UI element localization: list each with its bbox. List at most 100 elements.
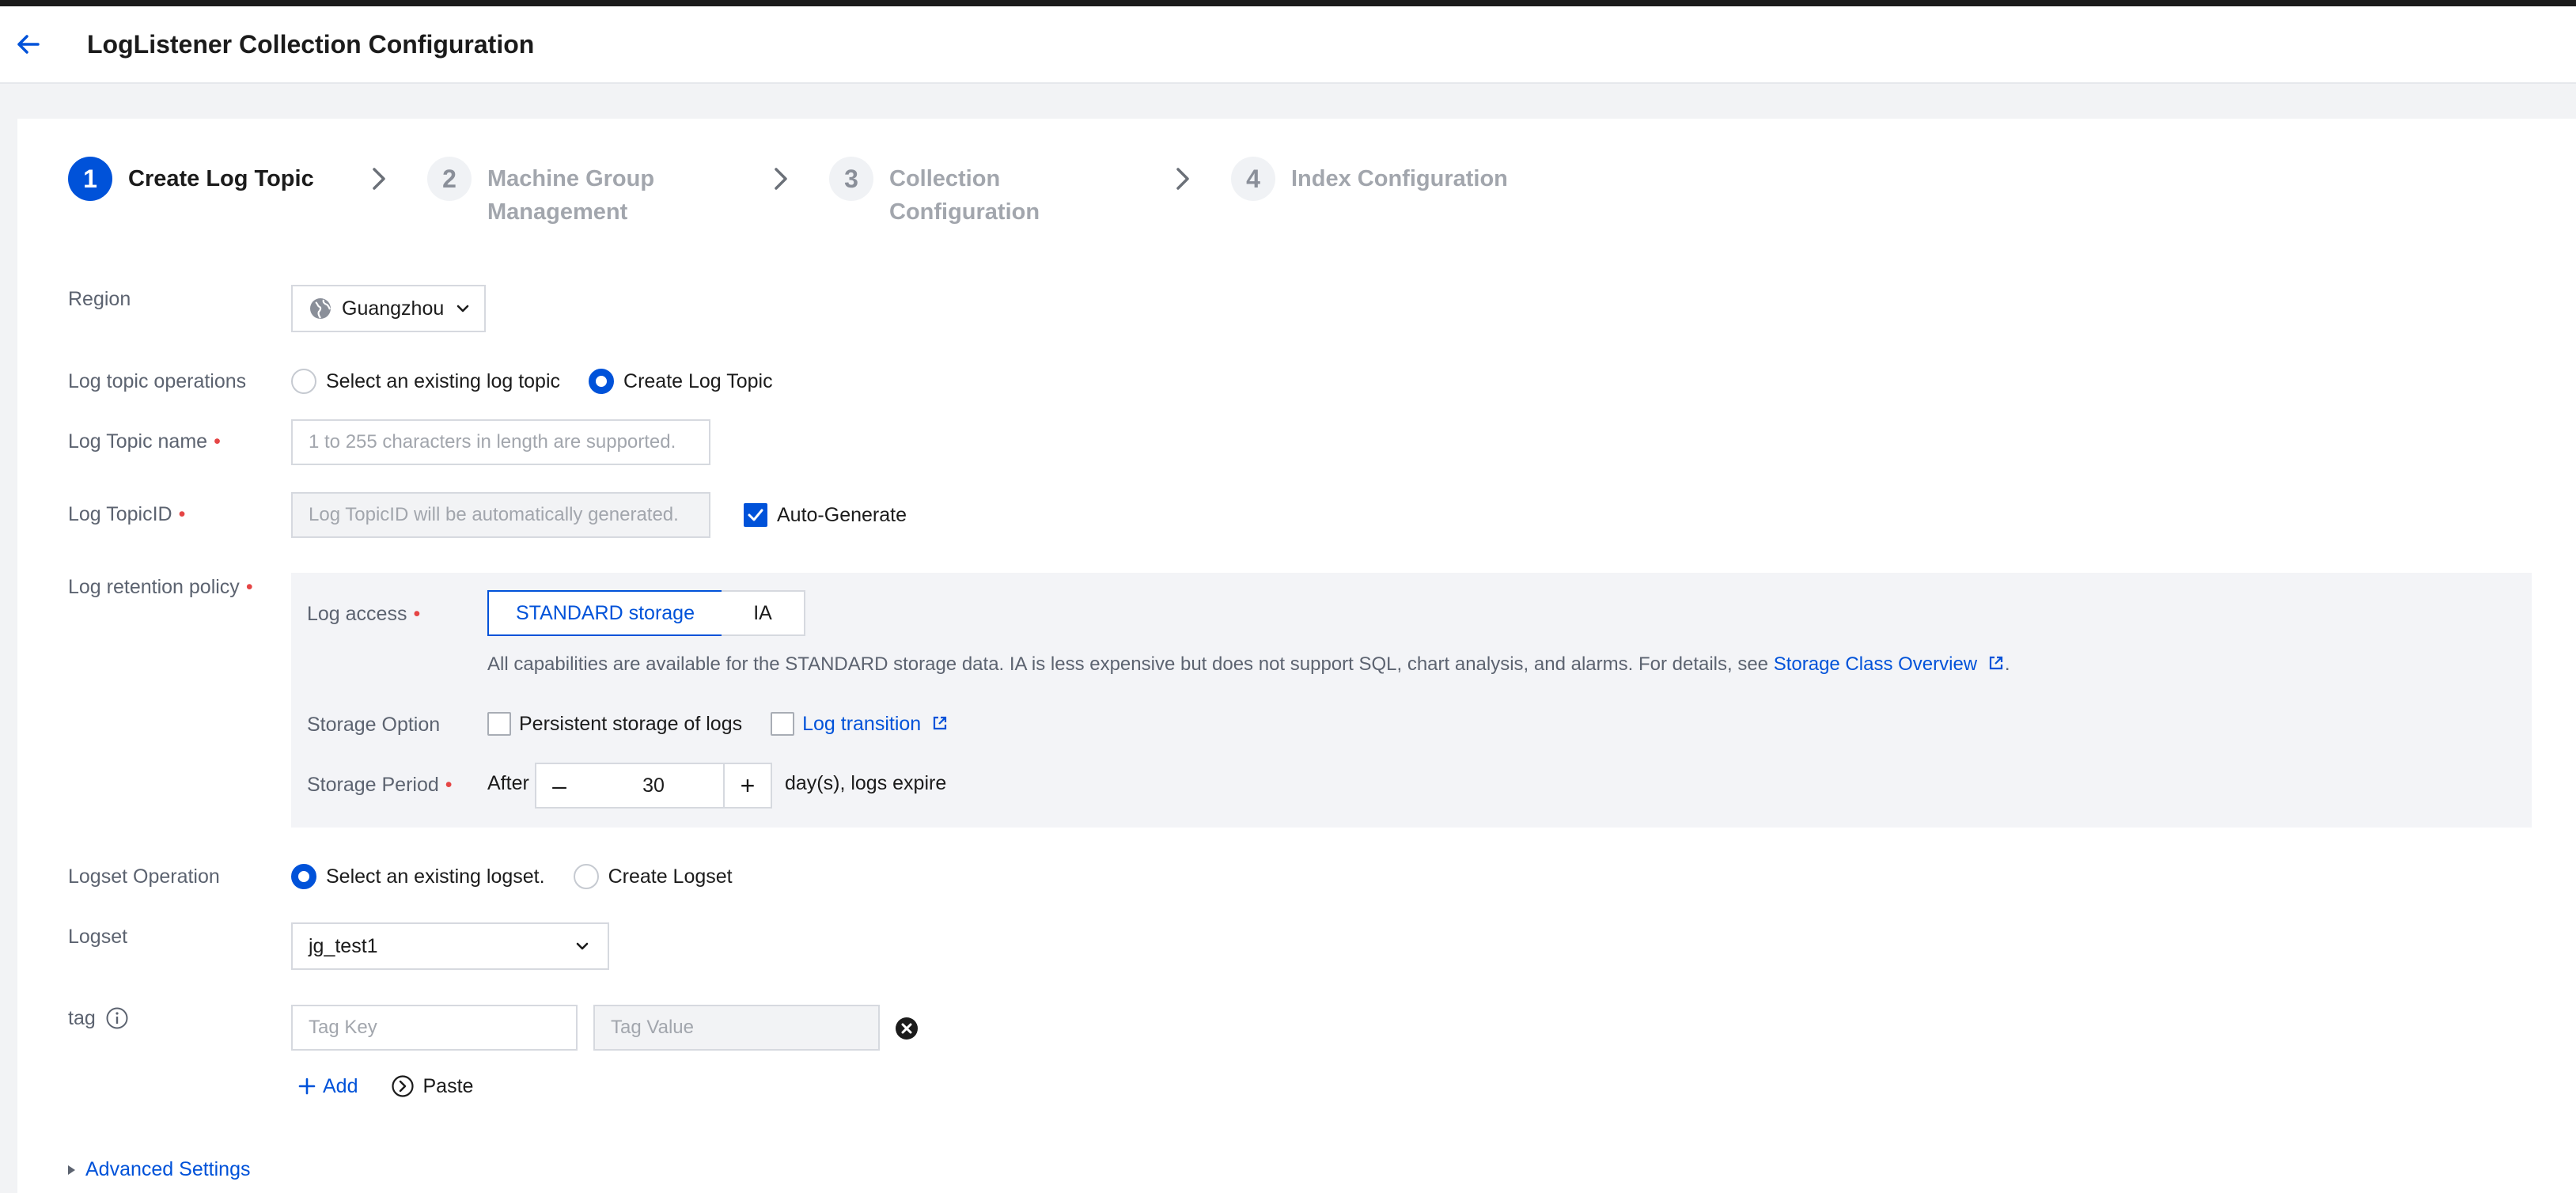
- chevron-down-icon: [576, 942, 589, 950]
- external-link-icon: [1989, 656, 2002, 670]
- external-link-icon: [934, 716, 947, 729]
- topic-ops-label: Log topic operations: [68, 370, 247, 392]
- globe-icon: [310, 298, 331, 319]
- remove-tag-icon[interactable]: [894, 1016, 919, 1041]
- advanced-settings-label: Advanced Settings: [85, 1158, 251, 1180]
- chevron-right-icon: [775, 168, 787, 190]
- logset-select[interactable]: jg_test1: [291, 922, 609, 970]
- topic-ops-radio-group: Select an existing log topic Create Log …: [291, 369, 801, 394]
- step-create-log-topic[interactable]: 1 Create Log Topic: [68, 157, 314, 201]
- desc-text: All capabilities are available for the S…: [487, 653, 1774, 675]
- step-number: 3: [829, 157, 873, 201]
- caret-right-icon: [68, 1165, 75, 1175]
- tag-value-input: Tag Value: [593, 1005, 880, 1051]
- storage-description: All capabilities are available for the S…: [487, 653, 2010, 676]
- advanced-settings-toggle[interactable]: Advanced Settings: [63, 1158, 250, 1181]
- input-placeholder: Tag Key: [309, 1017, 377, 1038]
- topic-name-input[interactable]: 1 to 255 characters in length are suppor…: [291, 419, 710, 465]
- log-transition-checkbox[interactable]: [771, 712, 795, 736]
- paste-circle-arrow-icon: [392, 1075, 415, 1097]
- step-number: 2: [427, 157, 472, 201]
- label-text: Log retention policy: [68, 576, 240, 598]
- step-label-line1: Machine Group: [487, 166, 655, 191]
- plus-icon: [298, 1077, 316, 1095]
- info-icon[interactable]: [105, 1006, 129, 1030]
- back-button[interactable]: [11, 27, 46, 62]
- paste-tag-label: Paste: [422, 1074, 474, 1097]
- step-number: 4: [1231, 157, 1275, 201]
- period-suffix: day(s), logs expire: [785, 772, 947, 794]
- storage-option-label: Storage Option: [307, 714, 441, 736]
- topic-id-label: Log TopicID •: [68, 503, 186, 525]
- tag-label: tag: [68, 1006, 96, 1029]
- label-text: Storage Period: [307, 774, 439, 796]
- check-icon: [748, 509, 763, 521]
- logset-ops-label: Logset Operation: [68, 865, 220, 888]
- region-select[interactable]: Guangzhou: [291, 285, 486, 332]
- radio-select-existing-logset[interactable]: [291, 864, 316, 889]
- input-placeholder: 1 to 255 characters in length are suppor…: [309, 431, 676, 453]
- radio-create-logset[interactable]: [573, 864, 599, 889]
- period-increment-button[interactable]: +: [723, 763, 772, 809]
- tag-actions: Add Paste: [297, 1074, 473, 1098]
- step-label-line2: Management: [487, 199, 628, 225]
- ia-storage-option[interactable]: IA: [722, 590, 805, 636]
- label-text: Log TopicID: [68, 503, 172, 525]
- auto-generate-checkbox[interactable]: [744, 503, 767, 527]
- step-machine-group[interactable]: 2 Machine Group Management: [427, 157, 654, 229]
- region-label: Region: [68, 288, 131, 310]
- period-prefix: After: [487, 772, 529, 794]
- step-label-line1: Collection: [889, 166, 1001, 191]
- config-card: 1 Create Log Topic 2 Machine Group Manag…: [17, 119, 2576, 1193]
- add-tag-label: Add: [323, 1074, 358, 1097]
- step-label-line2: Configuration: [889, 199, 1040, 225]
- chevron-down-icon: [456, 305, 469, 312]
- radio-label: Create Logset: [608, 865, 733, 888]
- link-text: Storage Class Overview: [1773, 653, 1978, 675]
- input-placeholder: Log TopicID will be automatically genera…: [309, 504, 679, 525]
- tag-key-input[interactable]: Tag Key: [291, 1005, 578, 1051]
- page-title: LogListener Collection Configuration: [87, 30, 535, 59]
- period-decrement-button[interactable]: –: [535, 763, 584, 809]
- persistent-storage-label: Persistent storage of logs: [519, 712, 743, 735]
- link-text: Log transition: [802, 712, 922, 735]
- step-label: Create Log Topic: [128, 166, 314, 191]
- desc-end: .: [2004, 653, 2010, 675]
- arrow-left-icon: [17, 35, 40, 54]
- label-text: Log access: [307, 603, 407, 625]
- top-bar: [0, 0, 2576, 6]
- storage-class-overview-link[interactable]: Storage Class Overview: [1774, 653, 2005, 675]
- storage-option-row: Persistent storage of logs Log transitio…: [487, 712, 949, 736]
- paste-tag-button[interactable]: Paste: [391, 1074, 473, 1098]
- logset-ops-radio-group: Select an existing logset. Create Logset: [291, 864, 761, 889]
- step-collection-configuration[interactable]: 3 Collection Configuration: [829, 157, 1040, 229]
- step-label: Index Configuration: [1291, 166, 1508, 191]
- auto-generate-label: Auto-Generate: [777, 503, 907, 526]
- logset-label: Logset: [68, 926, 128, 948]
- persistent-storage-checkbox[interactable]: [487, 712, 511, 736]
- period-value-input[interactable]: 30: [582, 763, 725, 809]
- retention-label: Log retention policy •: [68, 576, 253, 598]
- standard-storage-option[interactable]: STANDARD storage: [487, 590, 723, 636]
- topic-id-input: Log TopicID will be automatically genera…: [291, 492, 710, 538]
- page-header: LogListener Collection Configuration: [0, 6, 2576, 84]
- log-access-label: Log access •: [307, 603, 421, 625]
- radio-label: Select an existing log topic: [326, 369, 561, 392]
- storage-period-label: Storage Period •: [307, 774, 453, 796]
- step-number: 1: [68, 157, 112, 201]
- add-tag-button[interactable]: Add: [297, 1075, 358, 1098]
- topic-name-label: Log Topic name •: [68, 430, 221, 453]
- tag-label-row: tag: [68, 1006, 129, 1030]
- chevron-right-icon: [373, 168, 385, 190]
- radio-label: Create Log Topic: [623, 369, 773, 392]
- radio-select-existing-topic[interactable]: [291, 369, 316, 394]
- logset-value: jg_test1: [309, 934, 378, 957]
- radio-create-topic[interactable]: [589, 369, 615, 394]
- label-text: Log Topic name: [68, 430, 208, 453]
- input-placeholder: Tag Value: [611, 1017, 694, 1038]
- retention-policy-panel: Log access • STANDARD storage IA All capa…: [291, 573, 2532, 828]
- log-transition-link[interactable]: Log transition: [802, 713, 949, 736]
- auto-generate-checkbox-row: Auto-Generate: [744, 503, 907, 527]
- radio-label: Select an existing logset.: [326, 865, 545, 888]
- step-index-configuration[interactable]: 4 Index Configuration: [1231, 157, 1508, 201]
